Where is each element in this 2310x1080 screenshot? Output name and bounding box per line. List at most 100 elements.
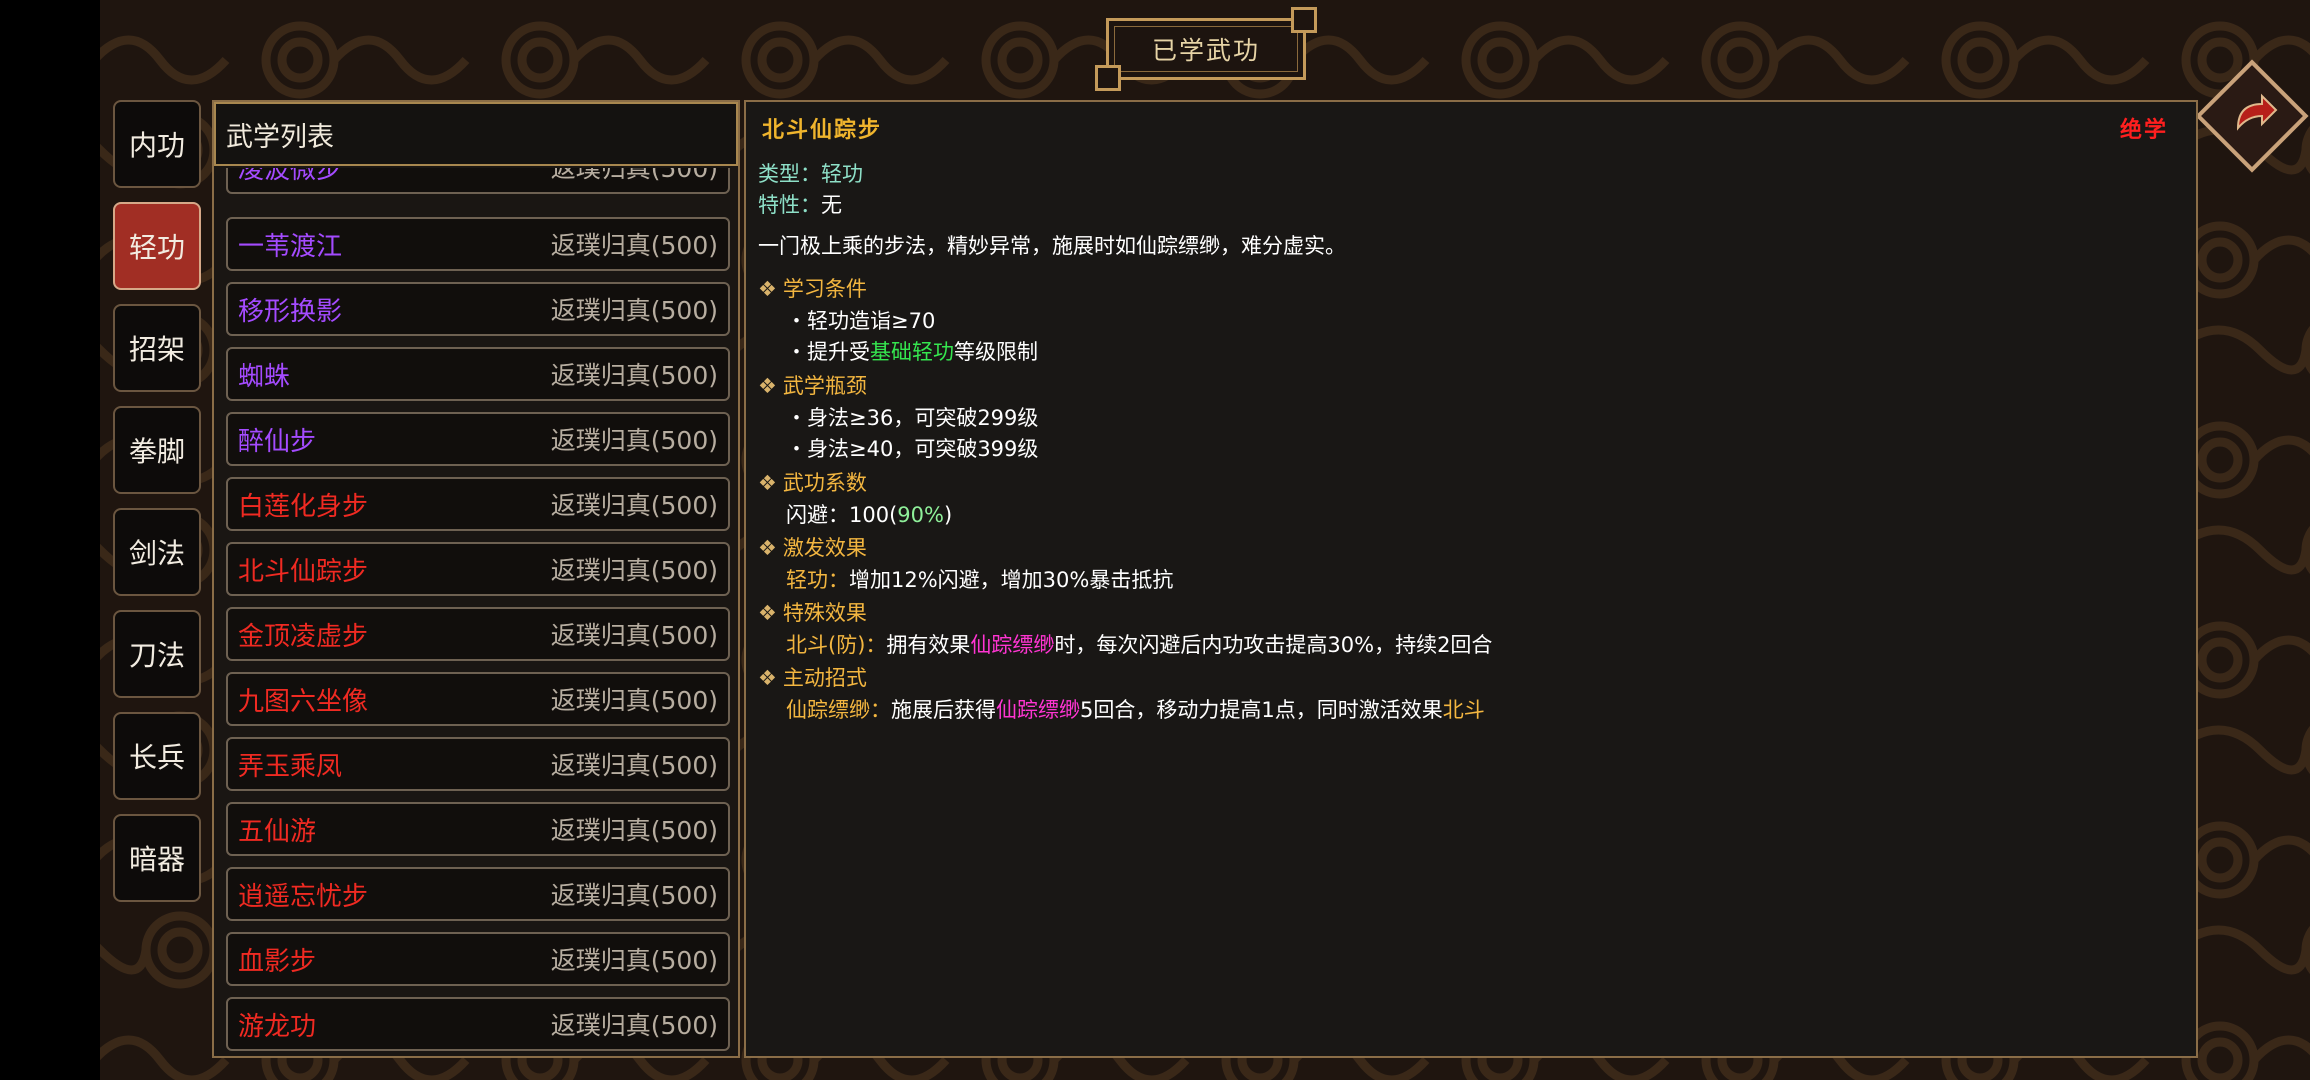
skill-level: 返璞归真(500) <box>550 231 718 260</box>
skill-name: 白莲化身步 <box>238 491 369 522</box>
active-highlight-effect: 北斗 <box>1442 698 1485 722</box>
section-trigger: ❖ 激发效果 <box>758 532 867 562</box>
active-text: 5回合，移动力提高1点，同时激活效果 <box>1080 698 1443 722</box>
skill-list-header: 武学列表 <box>214 102 738 166</box>
diamond-bullet-icon: ❖ <box>758 666 777 690</box>
learn-condition-1: ・轻功造诣≥70 <box>786 309 936 333</box>
tab-qinggong[interactable]: 轻功 <box>113 202 201 290</box>
plaque-corner-ornament <box>1095 65 1121 91</box>
skill-name: 凌波微步 <box>238 168 343 185</box>
skill-level: 返璞归真(500) <box>550 751 718 780</box>
list-item[interactable]: 北斗仙踪步 返璞归真(500) <box>226 542 730 596</box>
learn-condition-text: ・提升受 <box>786 340 870 364</box>
skill-name: 蜘蛛 <box>238 361 291 392</box>
section-title: 主动招式 <box>782 666 867 690</box>
tab-label: 内功 <box>128 129 185 162</box>
detail-trait-line: 特性：无 <box>758 189 842 219</box>
tab-anqi[interactable]: 暗器 <box>113 814 201 902</box>
section-title: 武功系数 <box>782 471 867 495</box>
type-value: 轻功 <box>821 162 863 186</box>
tab-label: 刀法 <box>128 639 185 672</box>
list-item[interactable]: 白莲化身步 返璞归真(500) <box>226 477 730 531</box>
section-title: 武学瓶颈 <box>782 374 867 398</box>
skill-name: 游龙功 <box>238 1011 317 1042</box>
skill-level: 返璞归真(500) <box>550 881 718 910</box>
skill-grade-badge: 绝学 <box>2120 118 2169 143</box>
skill-name: 北斗仙踪步 <box>238 556 369 587</box>
left-black-bar <box>0 0 100 1080</box>
skill-name: 弄玉乘凤 <box>238 751 343 782</box>
page-title-plaque: 已学武功 <box>1095 7 1317 91</box>
diamond-bullet-icon: ❖ <box>758 471 777 495</box>
plaque-corner-ornament <box>1291 7 1317 33</box>
tab-label: 剑法 <box>128 537 185 570</box>
skill-name: 一苇渡江 <box>238 231 343 262</box>
page-title: 已学武功 <box>1151 36 1260 65</box>
skill-list-scroll[interactable]: 凌波微步 返璞归真(500) 一苇渡江 返璞归真(500) 移形换影 返璞归真(500… <box>218 168 738 1054</box>
diamond-bullet-icon: ❖ <box>758 601 777 625</box>
list-item[interactable]: 一苇渡江 返璞归真(500) <box>226 217 730 271</box>
skill-level: 返璞归真(500) <box>550 621 718 650</box>
skill-level: 返璞归真(500) <box>550 426 718 455</box>
list-item[interactable]: 五仙游 返璞归真(500) <box>226 802 730 856</box>
diamond-bullet-icon: ❖ <box>758 277 777 301</box>
type-label: 类型： <box>758 162 821 186</box>
list-item[interactable]: 弄玉乘凤 返璞归真(500) <box>226 737 730 791</box>
section-special: ❖ 特殊效果 <box>758 597 867 627</box>
list-item[interactable]: 九图六坐像 返璞归真(500) <box>226 672 730 726</box>
active-label: 仙踪缥缈： <box>786 698 891 722</box>
tab-changbing[interactable]: 长兵 <box>113 712 201 800</box>
tab-label: 轻功 <box>128 231 185 264</box>
skill-name: 醉仙步 <box>238 426 317 457</box>
skill-level: 返璞归真(500) <box>550 816 718 845</box>
detail-type-line: 类型：轻功 <box>758 158 863 188</box>
tab-label: 拳脚 <box>128 435 185 468</box>
tab-quanjiao[interactable]: 拳脚 <box>113 406 201 494</box>
skill-level: 返璞归真(500) <box>550 946 718 975</box>
tab-daofa[interactable]: 刀法 <box>113 610 201 698</box>
tab-label: 长兵 <box>128 741 185 774</box>
skill-name: 金顶凌虚步 <box>238 621 369 652</box>
list-item[interactable]: 凌波微步 返璞归真(500) <box>226 168 730 194</box>
tab-zhaojia[interactable]: 招架 <box>113 304 201 392</box>
section-active-move: ❖ 主动招式 <box>758 662 867 692</box>
special-line: 北斗(防)：拥有效果仙踪缥缈时，每次闪避后内功攻击提高30%，持续2回合 <box>786 629 1492 659</box>
coefficient-line: 闪避：100(90%) <box>786 499 952 529</box>
skill-name: 五仙游 <box>238 816 317 847</box>
list-item[interactable]: 移形换影 返璞归真(500) <box>226 282 730 336</box>
list-item[interactable]: 血影步 返璞归真(500) <box>226 932 730 986</box>
list-item[interactable]: 金顶凌虚步 返璞归真(500) <box>226 607 730 661</box>
special-label: 北斗(防)： <box>786 633 887 657</box>
active-highlight: 仙踪缥缈 <box>996 698 1080 722</box>
skill-detail-name: 北斗仙踪步 <box>762 118 883 143</box>
skill-name: 逍遥忘忧步 <box>238 881 369 912</box>
special-text: 时，每次闪避后内功攻击提高30%，持续2回合 <box>1054 633 1493 657</box>
list-item[interactable]: 游龙功 返璞归真(500) <box>226 997 730 1051</box>
skill-level: 返璞归真(500) <box>550 1011 718 1040</box>
tab-label: 招架 <box>128 333 185 366</box>
tab-label: 暗器 <box>128 843 185 876</box>
bottleneck-2: ・身法≥40，可突破399级 <box>786 437 1039 461</box>
skill-level: 返璞归真(500) <box>550 168 718 183</box>
skill-name: 血影步 <box>238 946 317 977</box>
skill-level: 返璞归真(500) <box>550 556 718 585</box>
list-item[interactable]: 醉仙步 返璞归真(500) <box>226 412 730 466</box>
skill-name: 九图六坐像 <box>238 686 369 717</box>
list-item[interactable]: 蜘蛛 返璞归真(500) <box>226 347 730 401</box>
section-bottleneck: ❖ 武学瓶颈 <box>758 370 867 400</box>
section-title: 激发效果 <box>782 536 867 560</box>
trait-value: 无 <box>821 193 842 217</box>
coefficient-highlight: 90% <box>897 503 944 527</box>
back-arrow-icon[interactable] <box>2218 82 2286 150</box>
section-learn-conditions: ❖ 学习条件 <box>758 273 867 303</box>
learn-condition-2: ・提升受基础轻功等级限制 <box>786 336 1038 366</box>
trigger-label: 轻功： <box>786 568 849 592</box>
tab-neigong[interactable]: 内功 <box>113 100 201 188</box>
section-coefficient: ❖ 武功系数 <box>758 467 867 497</box>
bottleneck-1: ・身法≥36，可突破299级 <box>786 406 1039 430</box>
coefficient-text: 闪避：100( <box>786 503 898 527</box>
special-text: 拥有效果 <box>886 633 971 657</box>
list-item[interactable]: 逍遥忘忧步 返璞归真(500) <box>226 867 730 921</box>
section-title: 学习条件 <box>782 277 867 301</box>
tab-jianfa[interactable]: 剑法 <box>113 508 201 596</box>
